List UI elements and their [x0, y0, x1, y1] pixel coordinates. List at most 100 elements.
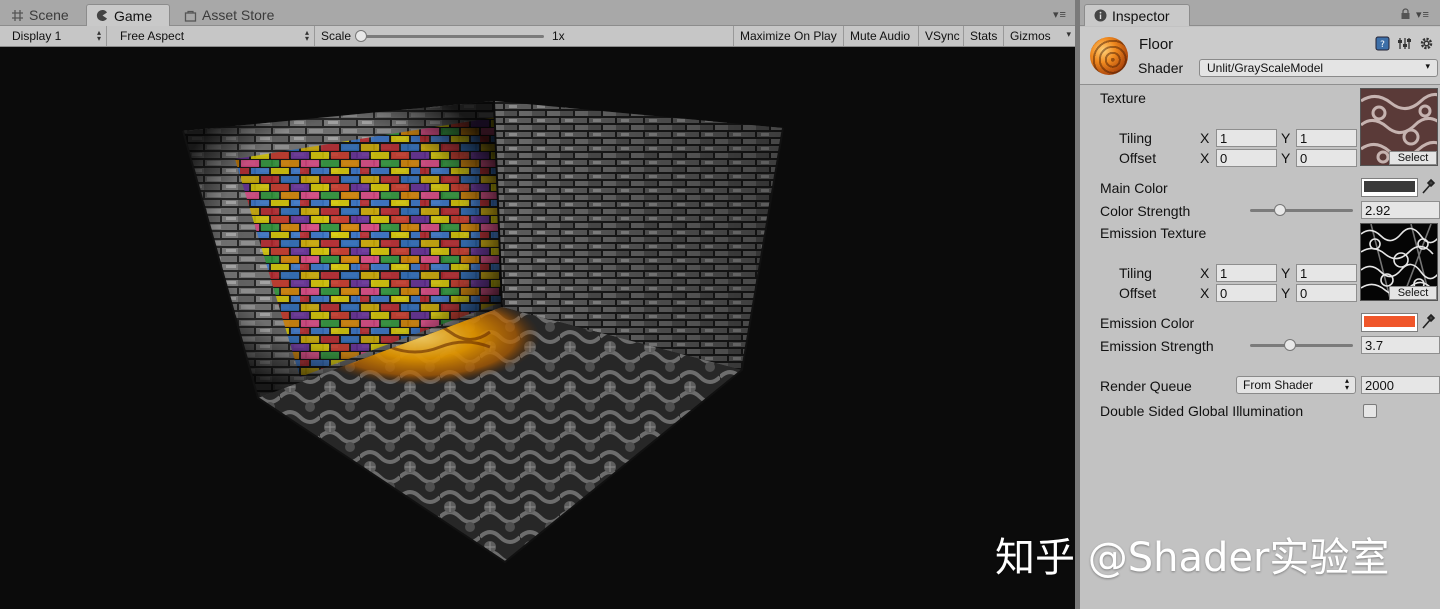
texture-tiling-y-field[interactable]: 1 — [1296, 129, 1357, 147]
texture-tiling-x-field[interactable]: 1 — [1216, 129, 1277, 147]
tab-game[interactable]: Game — [86, 4, 170, 26]
pacman-icon — [96, 9, 109, 22]
aspect-dropdown-label: Free Aspect — [120, 29, 185, 43]
shader-dropdown-value: Unlit/GrayScaleModel — [1207, 61, 1324, 75]
watermark-text: 知乎 @Shader实验室 — [995, 535, 1390, 581]
gizmos-dropdown[interactable]: Gizmos ▾ — [1004, 26, 1075, 46]
tab-game-label: Game — [114, 7, 153, 24]
render-queue-mode: From Shader — [1243, 378, 1314, 392]
shopping-bag-icon — [184, 9, 197, 22]
inspector-panel: Inspector ▾≡ Floor Shader Unlit/GrayScal… — [1080, 0, 1440, 609]
maximize-on-play-toggle[interactable]: Maximize On Play — [734, 26, 844, 46]
texture-offset-x-label: X — [1200, 150, 1210, 166]
game-window: Scene Game Asset Store ▾≡ Display 1 ▴ ▾ F… — [0, 0, 1075, 609]
lock-icon[interactable] — [1400, 8, 1411, 19]
mute-audio-toggle[interactable]: Mute Audio — [844, 26, 919, 46]
dropdown-arrow-icon: ▾ — [1425, 61, 1430, 71]
svg-text:?: ? — [1380, 40, 1385, 50]
emission-strength-slider-thumb[interactable] — [1284, 339, 1296, 351]
eyedropper-icon[interactable] — [1421, 177, 1437, 195]
scale-slider-thumb[interactable] — [355, 30, 367, 42]
emission-offset-x-field[interactable]: 0 — [1216, 284, 1277, 302]
material-preview-icon — [1090, 37, 1128, 75]
color-strength-label: Color Strength — [1100, 203, 1191, 219]
tab-inspector[interactable]: Inspector — [1084, 4, 1190, 26]
emission-strength-field[interactable]: 3.7 — [1361, 336, 1440, 354]
render-queue-dropdown[interactable]: From Shader ▴ ▾ — [1236, 376, 1356, 394]
display-dropdown-label: Display 1 — [12, 29, 62, 43]
stats-toggle[interactable]: Stats — [964, 26, 1004, 46]
texture-tiling-y-label: Y — [1281, 130, 1291, 146]
scale-label: Scale — [321, 29, 352, 43]
grid-icon — [11, 9, 24, 22]
texture-label: Texture — [1100, 90, 1146, 106]
emission-color-field[interactable] — [1361, 313, 1418, 332]
double-sided-gi-label: Double Sided Global Illumination — [1100, 403, 1304, 419]
updown-arrow-icon: ▴ ▾ — [1344, 376, 1349, 392]
texture-offset-label: Offset — [1119, 150, 1157, 166]
scale-slider-track[interactable] — [359, 35, 544, 38]
double-sided-gi-checkbox[interactable] — [1363, 404, 1377, 418]
texture-thumbnail[interactable]: Select — [1360, 88, 1438, 166]
stats-label: Stats — [970, 29, 998, 43]
texture-tiling-label: Tiling — [1119, 130, 1152, 146]
main-color-field[interactable] — [1361, 178, 1418, 197]
emission-strength-slider-track[interactable] — [1250, 344, 1353, 347]
texture-offset-x-field[interactable]: 0 — [1216, 149, 1277, 167]
alpha-bar — [1364, 192, 1415, 194]
emission-tiling-x-field[interactable]: 1 — [1216, 264, 1277, 282]
material-header: Floor Shader Unlit/GrayScaleModel ▾ ? — [1080, 27, 1440, 85]
material-name: Floor — [1139, 36, 1174, 53]
color-strength-slider-track[interactable] — [1250, 209, 1353, 212]
emission-tiling-label: Tiling — [1119, 265, 1152, 281]
texture-offset-y-field[interactable]: 0 — [1296, 149, 1357, 167]
game-viewport[interactable] — [0, 47, 1075, 609]
shader-label: Shader — [1138, 60, 1184, 76]
mute-audio-label: Mute Audio — [850, 29, 911, 43]
book-help-icon[interactable]: ? — [1375, 36, 1390, 51]
emission-tiling-y-field[interactable]: 1 — [1296, 264, 1357, 282]
texture-tiling-x-label: X — [1200, 130, 1210, 146]
game-tab-bar: Scene Game Asset Store ▾≡ — [0, 0, 1075, 26]
eyedropper-icon[interactable] — [1421, 312, 1437, 330]
tab-inspector-label: Inspector — [1112, 7, 1170, 24]
emission-tiling-y-label: Y — [1281, 265, 1291, 281]
gear-icon[interactable] — [1419, 36, 1434, 51]
tab-asset-store-label: Asset Store — [202, 7, 275, 23]
texture-offset-y-label: Y — [1281, 150, 1291, 166]
color-strength-field[interactable]: 2.92 — [1361, 201, 1440, 219]
emission-texture-thumbnail[interactable]: Select — [1360, 223, 1438, 301]
main-color-label: Main Color — [1100, 180, 1168, 196]
emission-texture-label: Emission Texture — [1100, 225, 1207, 241]
display-dropdown[interactable]: Display 1 ▴ ▾ — [6, 26, 107, 46]
tab-scene[interactable]: Scene — [2, 4, 78, 26]
inspector-tab-bar: Inspector ▾≡ — [1080, 0, 1440, 26]
aspect-dropdown[interactable]: Free Aspect ▴ ▾ — [114, 26, 315, 46]
emission-offset-x-label: X — [1200, 285, 1210, 301]
shader-dropdown[interactable]: Unlit/GrayScaleModel ▾ — [1199, 59, 1438, 77]
panel-menu-icon[interactable]: ▾≡ — [1053, 8, 1067, 21]
inspector-menu-icon[interactable]: ▾≡ — [1416, 8, 1430, 21]
emission-offset-label: Offset — [1119, 285, 1157, 301]
room-render — [182, 100, 784, 564]
maximize-on-play-label: Maximize On Play — [740, 29, 837, 43]
header-icons: ? — [1375, 36, 1434, 51]
texture-select-button[interactable]: Select — [1389, 151, 1437, 165]
emission-strength-label: Emission Strength — [1100, 338, 1214, 354]
preset-sliders-icon[interactable] — [1397, 36, 1412, 51]
emission-offset-y-field[interactable]: 0 — [1296, 284, 1357, 302]
main-color-swatch — [1364, 181, 1415, 192]
info-icon — [1094, 9, 1107, 22]
render-queue-label: Render Queue — [1100, 378, 1192, 394]
emission-color-label: Emission Color — [1100, 315, 1195, 331]
emission-texture-select-button[interactable]: Select — [1389, 286, 1437, 300]
vsync-label: VSync — [925, 29, 960, 43]
updown-arrow-icon: ▴ ▾ — [96, 28, 101, 43]
game-toolbar: Display 1 ▴ ▾ Free Aspect ▴ ▾ Scale 1x Max… — [0, 26, 1075, 47]
dropdown-arrow-icon: ▾ — [1066, 29, 1071, 39]
updown-arrow-icon: ▴ ▾ — [304, 28, 309, 43]
tab-asset-store[interactable]: Asset Store — [175, 4, 283, 26]
vsync-toggle[interactable]: VSync — [919, 26, 964, 46]
color-strength-slider-thumb[interactable] — [1274, 204, 1286, 216]
render-queue-field[interactable]: 2000 — [1361, 376, 1440, 394]
